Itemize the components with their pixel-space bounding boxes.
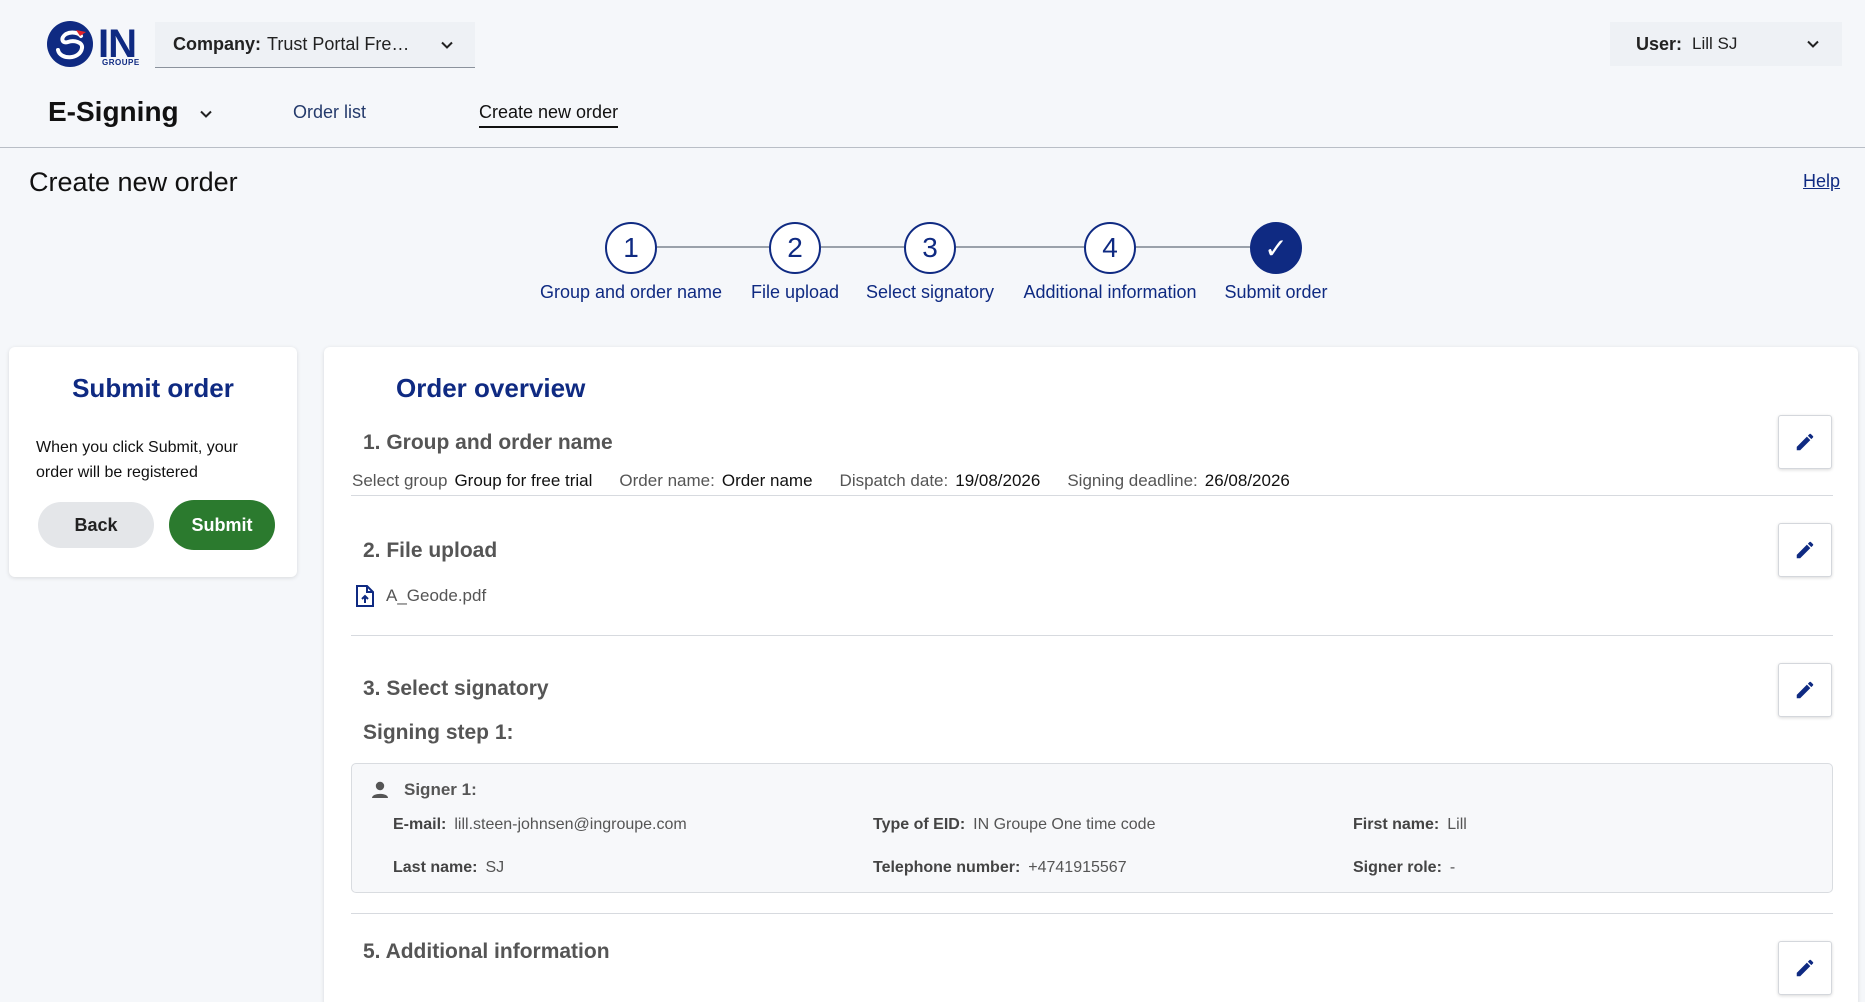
in-groupe-logo[interactable]: IN GROUPE bbox=[46, 20, 150, 68]
nav-create-new-order[interactable]: Create new order bbox=[479, 100, 619, 128]
order-name-label: Order name: bbox=[619, 471, 715, 490]
file-upload-icon bbox=[356, 585, 374, 607]
uploaded-file[interactable]: A_Geode.pdf bbox=[354, 584, 486, 608]
dispatch-date-label: Dispatch date: bbox=[839, 471, 949, 490]
step-3-circle[interactable]: 3 bbox=[904, 222, 956, 274]
edit-file-upload-button[interactable] bbox=[1778, 523, 1832, 577]
role-value: - bbox=[1449, 859, 1456, 876]
signer-card: Signer 1: E-mail: lill.steen-johnsen@ingr… bbox=[351, 763, 1833, 893]
progress-stepper: 1 2 3 4 ✓ Group and order name File uplo… bbox=[0, 220, 1865, 310]
edit-signatory-button[interactable] bbox=[1778, 663, 1832, 717]
company-label: Company: bbox=[173, 34, 262, 54]
first-name-label: First name: bbox=[1353, 816, 1440, 833]
person-icon bbox=[372, 781, 388, 798]
email-value: lill.steen-johnsen@ingroupe.com bbox=[454, 816, 687, 833]
app-title: E-Signing bbox=[48, 96, 179, 127]
page-title: Create new order bbox=[29, 167, 238, 197]
signer-eid-type: Type of EID: IN Groupe One time code bbox=[873, 816, 1155, 834]
step-connector bbox=[657, 246, 769, 248]
signatory-section-title: 3. Select signatory bbox=[363, 677, 549, 700]
file-name: A_Geode.pdf bbox=[386, 586, 487, 605]
back-button[interactable]: Back bbox=[38, 502, 154, 548]
section-divider bbox=[351, 635, 1833, 636]
company-select[interactable]: Company: Trust Portal Free trial bbox=[155, 22, 475, 68]
select-group-label: Select group bbox=[352, 471, 448, 490]
role-label: Signer role: bbox=[1353, 859, 1442, 876]
submit-panel-description: When you click Submit, your order will b… bbox=[36, 439, 238, 481]
eid-label: Type of EID: bbox=[873, 816, 966, 833]
step-4-label[interactable]: Additional information bbox=[1023, 282, 1196, 303]
step-connector bbox=[1136, 246, 1250, 248]
phone-value: +4741915567 bbox=[1028, 859, 1127, 876]
signer-first-name: First name: Lill bbox=[1353, 816, 1467, 834]
signing-deadline-value: 26/08/2026 bbox=[1204, 471, 1290, 490]
signer-role: Signer role: - bbox=[1353, 859, 1455, 877]
step-5-check-icon[interactable]: ✓ bbox=[1250, 222, 1302, 274]
signer-email: E-mail: lill.steen-johnsen@ingroupe.com bbox=[393, 816, 687, 834]
file-upload-section-title: 2. File upload bbox=[363, 539, 498, 562]
signing-deadline-label: Signing deadline: bbox=[1067, 471, 1198, 490]
order-overview-title: Order overview bbox=[396, 373, 586, 403]
order-name-value: Order name bbox=[721, 471, 813, 490]
section-divider bbox=[351, 495, 1833, 496]
step-2-label[interactable]: File upload bbox=[751, 282, 839, 303]
chevron-down-icon bbox=[199, 110, 212, 118]
select-group-value: Group for free trial bbox=[454, 471, 593, 490]
signing-step-title: Signing step 1: bbox=[363, 721, 514, 744]
step-1-circle[interactable]: 1 bbox=[605, 222, 657, 274]
user-label: User: bbox=[1636, 33, 1683, 54]
pencil-icon bbox=[1796, 541, 1814, 559]
logo-subtext: GROUPE bbox=[102, 58, 140, 67]
signer-last-name: Last name: SJ bbox=[393, 859, 504, 877]
step-2-circle[interactable]: 2 bbox=[769, 222, 821, 274]
step-1-label[interactable]: Group and order name bbox=[540, 282, 722, 303]
first-name-value: Lill bbox=[1447, 816, 1467, 833]
step-3-label[interactable]: Select signatory bbox=[866, 282, 994, 303]
user-menu[interactable]: User: Lill SJ bbox=[1610, 22, 1842, 66]
logo-mark-icon bbox=[47, 21, 93, 67]
step-connector bbox=[956, 246, 1084, 248]
edit-additional-info-button[interactable] bbox=[1778, 941, 1832, 995]
eid-value: IN Groupe One time code bbox=[973, 816, 1156, 833]
pencil-icon bbox=[1796, 959, 1814, 977]
help-link[interactable]: Help bbox=[1803, 171, 1840, 192]
section-divider bbox=[351, 913, 1833, 914]
additional-info-section-title: 5. Additional information bbox=[363, 940, 610, 963]
step-4-circle[interactable]: 4 bbox=[1084, 222, 1136, 274]
group-info-row: Select group Group for free trial Order … bbox=[352, 471, 1317, 491]
pencil-icon bbox=[1796, 681, 1814, 699]
app-switcher[interactable]: E-Signing bbox=[48, 92, 215, 132]
group-section-title: 1. Group and order name bbox=[363, 431, 613, 454]
signer-telephone: Telephone number: +4741915567 bbox=[873, 859, 1127, 877]
submit-panel-title: Submit order bbox=[72, 373, 234, 403]
submit-order-panel: Submit order When you click Submit, your… bbox=[9, 347, 297, 577]
dispatch-date-value: 19/08/2026 bbox=[955, 471, 1041, 490]
company-value: Trust Portal Free trial bbox=[267, 34, 412, 54]
email-label: E-mail: bbox=[393, 816, 447, 833]
submit-button[interactable]: Submit bbox=[169, 500, 275, 550]
order-overview-card: Order overview 1. Group and order name S… bbox=[324, 347, 1858, 1002]
chevron-down-icon bbox=[1807, 40, 1819, 48]
user-name: Lill SJ bbox=[1692, 34, 1738, 53]
last-name-value: SJ bbox=[485, 859, 505, 876]
signer-heading: Signer 1: bbox=[370, 780, 477, 800]
signer-heading-text: Signer 1: bbox=[404, 780, 477, 799]
chevron-down-icon bbox=[441, 41, 453, 49]
app-header: IN GROUPE Company: Trust Portal Free tri… bbox=[0, 0, 1865, 148]
step-connector bbox=[821, 246, 904, 248]
pencil-icon bbox=[1796, 433, 1814, 451]
phone-label: Telephone number: bbox=[873, 859, 1021, 876]
last-name-label: Last name: bbox=[393, 859, 478, 876]
edit-group-button[interactable] bbox=[1778, 415, 1832, 469]
nav-order-list[interactable]: Order list bbox=[293, 100, 366, 124]
step-5-label[interactable]: Submit order bbox=[1224, 282, 1327, 303]
